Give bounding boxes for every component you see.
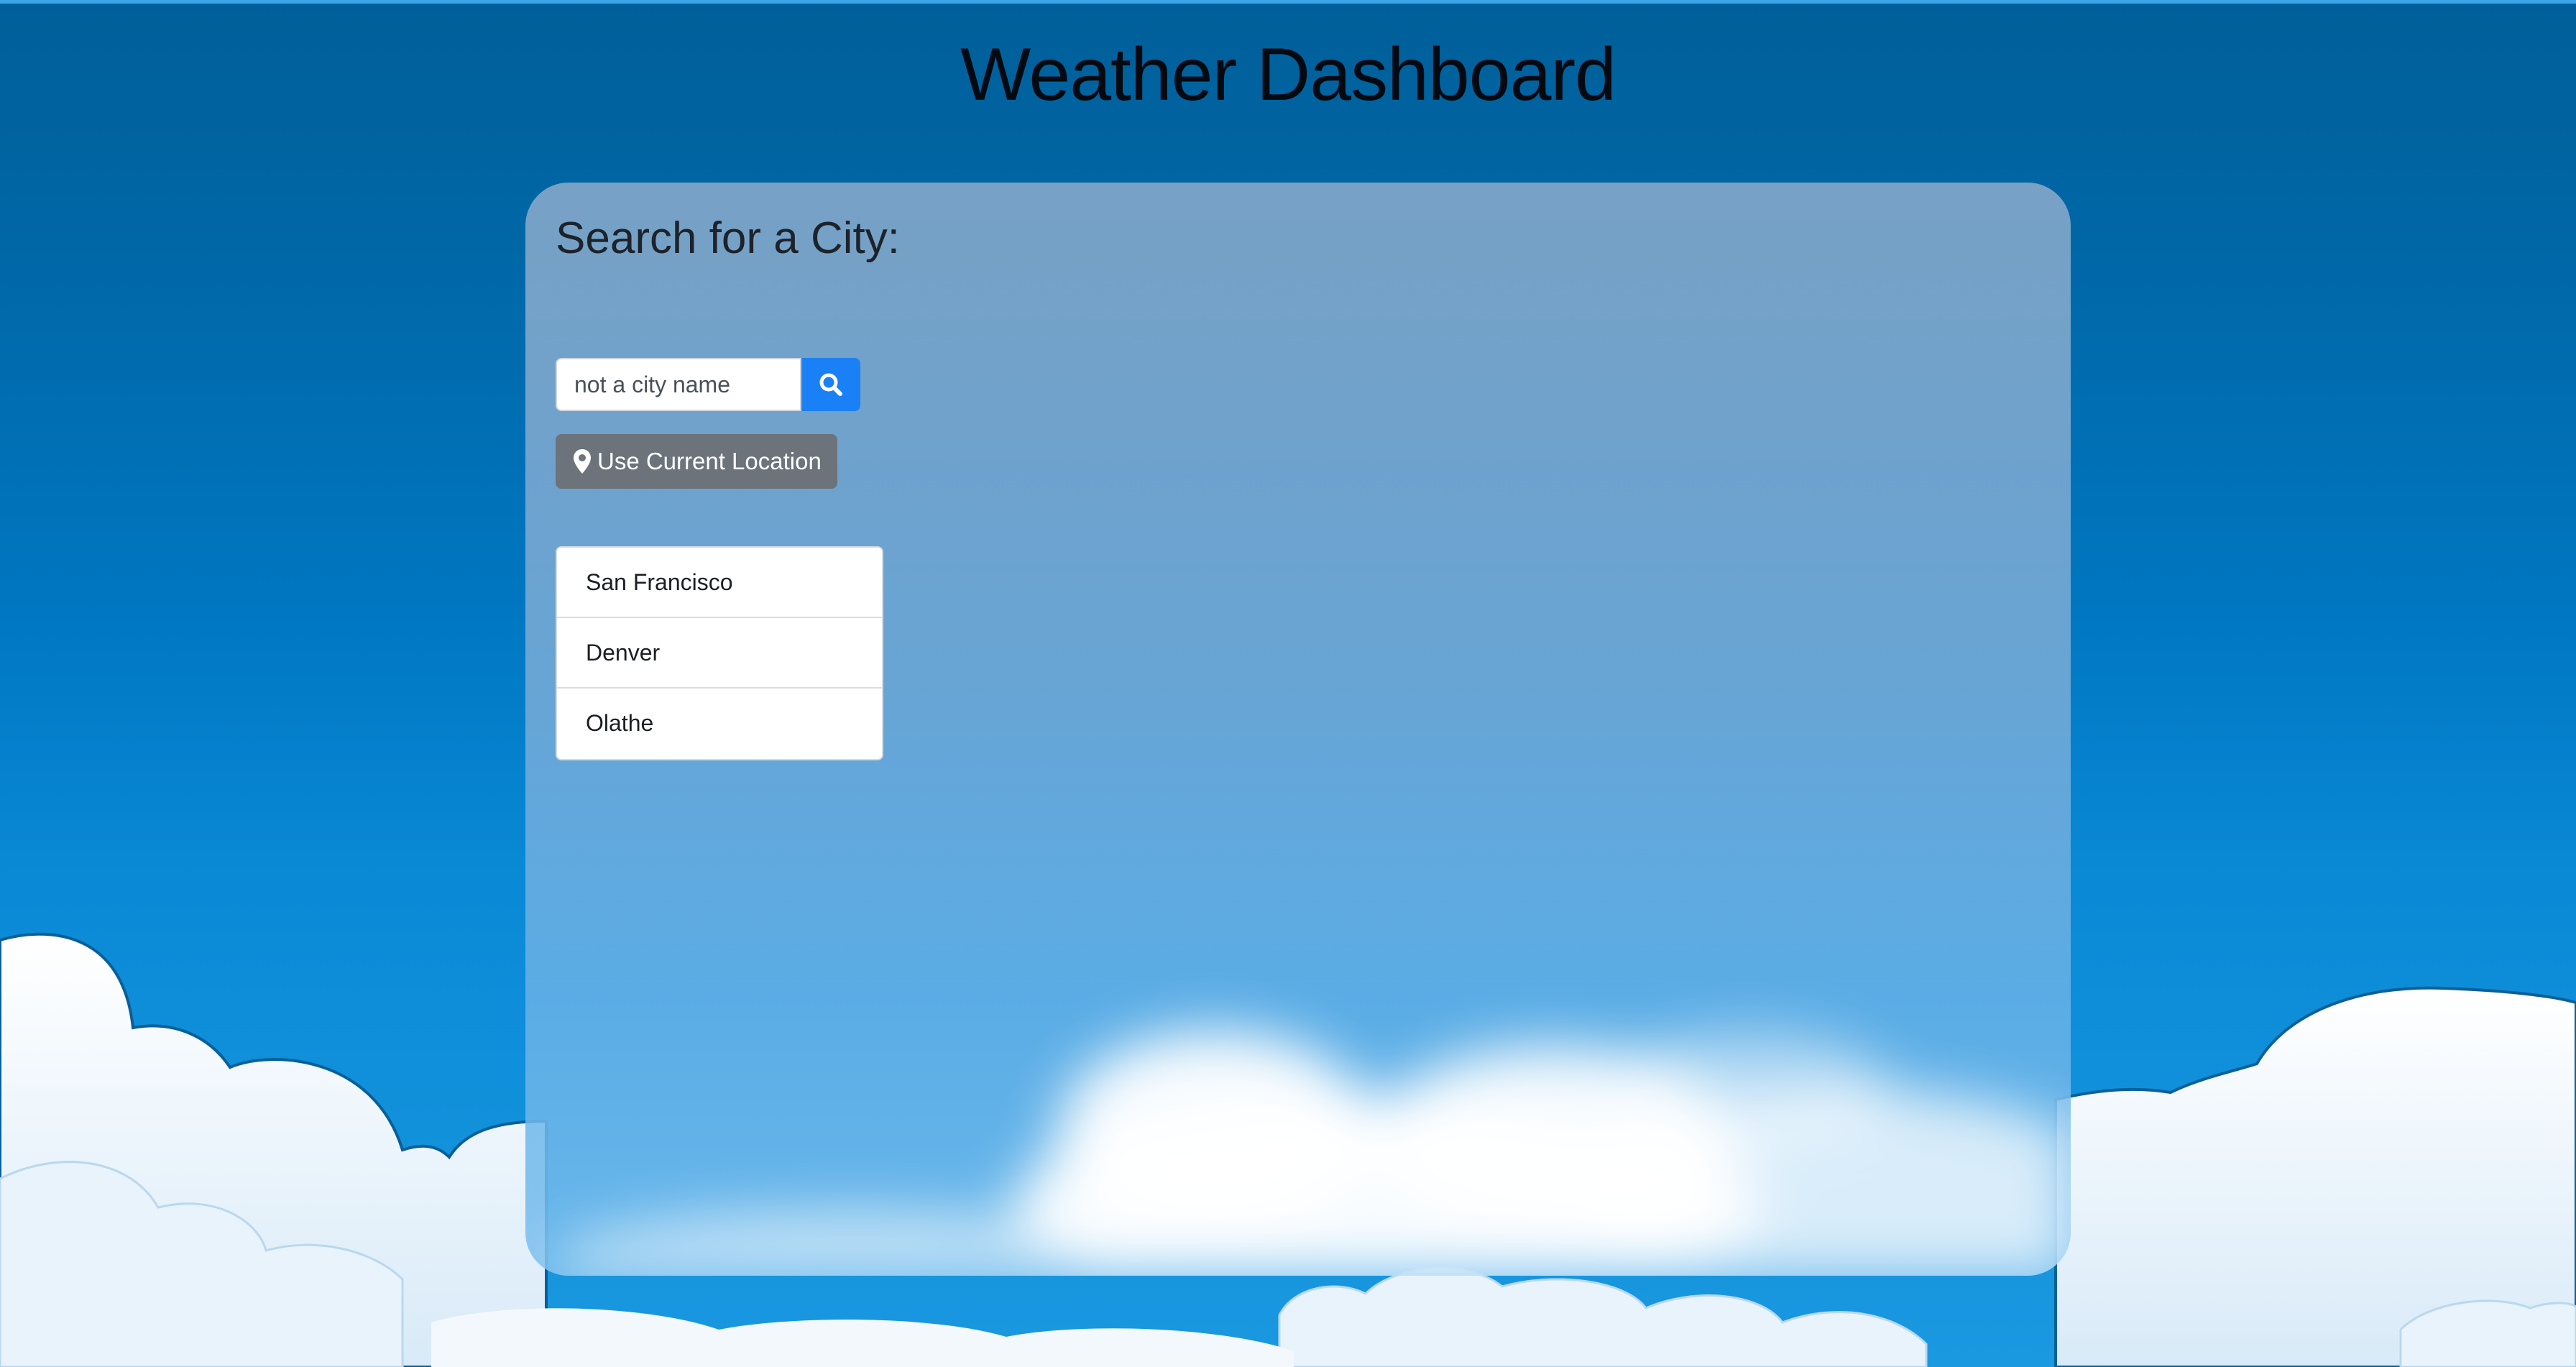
history-item-denver[interactable]: Denver	[557, 618, 882, 689]
page-title: Weather Dashboard	[960, 33, 1616, 116]
search-heading: Search for a City:	[556, 213, 900, 263]
location-button-label: Use Current Location	[597, 448, 822, 474]
history-item-olathe[interactable]: Olathe	[557, 689, 882, 759]
search-history-list: San Francisco Denver Olathe	[556, 546, 883, 760]
search-icon	[819, 373, 842, 396]
use-current-location-button[interactable]: Use Current Location	[556, 434, 837, 489]
search-button[interactable]	[801, 358, 860, 411]
map-marker-icon	[574, 449, 591, 474]
search-panel: Search for a City: Use Current Location …	[525, 183, 2071, 1276]
city-search-input[interactable]	[556, 358, 801, 411]
history-item-san-francisco[interactable]: San Francisco	[557, 548, 882, 618]
